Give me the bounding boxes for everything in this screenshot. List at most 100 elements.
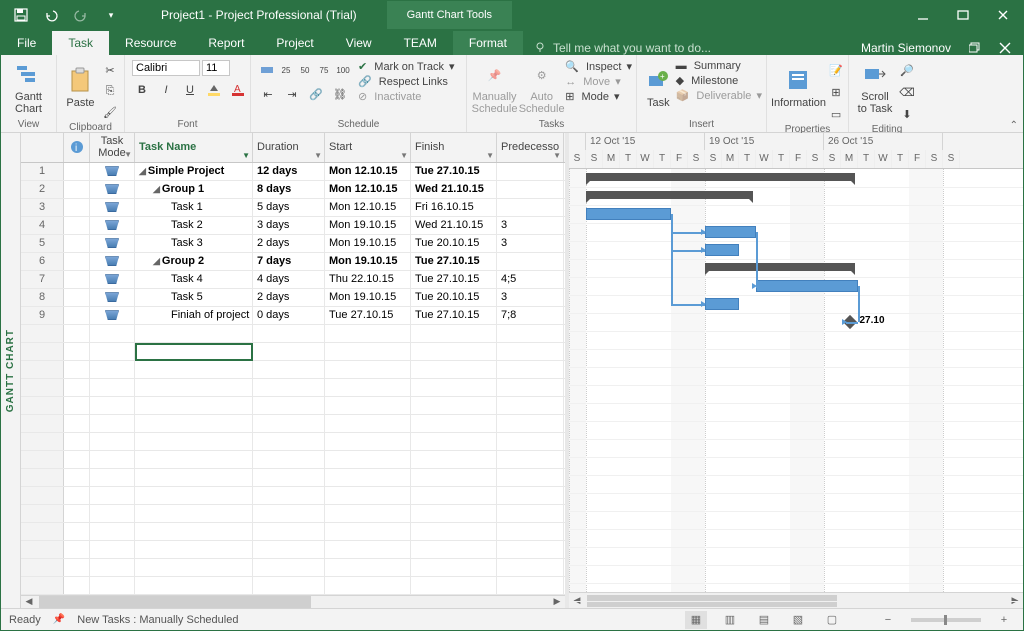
table-row[interactable]: 4Task 23 daysMon 19.10.15Wed 21.10.153 bbox=[21, 217, 565, 235]
scroll-to-task-button[interactable]: Scroll to Task bbox=[853, 57, 897, 119]
table-row[interactable] bbox=[21, 577, 565, 595]
col-info[interactable]: i bbox=[64, 133, 90, 162]
respect-links-button[interactable]: 🔗 Respect Links bbox=[358, 75, 455, 88]
restore-window-icon[interactable] bbox=[969, 42, 981, 54]
view-team-planner-icon[interactable]: ▤ bbox=[753, 611, 775, 629]
table-row[interactable]: 3Task 15 daysMon 12.10.15Fri 16.10.15 bbox=[21, 199, 565, 217]
unlink-button[interactable]: ⛓ bbox=[330, 84, 350, 104]
col-duration[interactable]: Duration▼ bbox=[253, 133, 325, 162]
tab-task[interactable]: Task bbox=[52, 31, 109, 55]
table-row[interactable] bbox=[21, 505, 565, 523]
deliverable-button[interactable]: 📦 Deliverable ▾ bbox=[676, 89, 762, 102]
tab-project[interactable]: Project bbox=[260, 31, 329, 55]
pct-0-button[interactable] bbox=[258, 60, 276, 80]
table-row[interactable] bbox=[21, 325, 565, 343]
font-name-combo[interactable] bbox=[132, 60, 200, 76]
link-button[interactable]: 🔗 bbox=[306, 84, 326, 104]
italic-button[interactable]: I bbox=[156, 80, 176, 100]
undo-icon[interactable] bbox=[37, 4, 65, 26]
user-name[interactable]: Martin Siemonov bbox=[849, 41, 1023, 55]
fill-icon[interactable]: ⬇ bbox=[897, 104, 917, 124]
clear-icon[interactable]: ⌫ bbox=[897, 82, 917, 102]
copy-icon[interactable]: ⎘ bbox=[100, 81, 120, 101]
tab-resource[interactable]: Resource bbox=[109, 31, 192, 55]
table-row[interactable] bbox=[21, 469, 565, 487]
information-button[interactable]: Information bbox=[771, 57, 826, 119]
font-color-button[interactable]: A bbox=[228, 80, 248, 100]
find-icon[interactable]: 🔎 bbox=[897, 60, 917, 80]
tab-view[interactable]: View bbox=[330, 31, 388, 55]
table-row[interactable] bbox=[21, 343, 565, 361]
view-gantt-icon[interactable]: ▦ bbox=[685, 611, 707, 629]
table-row[interactable] bbox=[21, 397, 565, 415]
mark-on-track-button[interactable]: ✔ Mark on Track ▾ bbox=[358, 60, 455, 73]
col-start[interactable]: Start▼ bbox=[325, 133, 411, 162]
view-report-icon[interactable]: ▢ bbox=[821, 611, 843, 629]
col-finish[interactable]: Finish▼ bbox=[411, 133, 497, 162]
table-row[interactable]: 1◢Simple Project12 daysMon 12.10.15Tue 2… bbox=[21, 163, 565, 181]
gantt-task-bar[interactable] bbox=[586, 208, 671, 220]
qat-customize-icon[interactable]: ▾ bbox=[97, 4, 125, 26]
task-button[interactable]: + Task bbox=[641, 57, 676, 119]
table-row[interactable]: 6◢Group 27 daysMon 19.10.15Tue 27.10.15 bbox=[21, 253, 565, 271]
table-row[interactable]: 2◢Group 18 daysMon 12.10.15Wed 21.10.15 bbox=[21, 181, 565, 199]
pct-100-button[interactable]: 100 bbox=[334, 60, 352, 80]
table-row[interactable]: 5Task 32 daysMon 19.10.15Tue 20.10.153 bbox=[21, 235, 565, 253]
gantt-task-bar[interactable] bbox=[705, 244, 739, 256]
minimize-button[interactable] bbox=[903, 1, 943, 29]
pct-75-button[interactable]: 75 bbox=[315, 60, 333, 80]
collapse-ribbon-icon[interactable]: ⌃ bbox=[1010, 120, 1018, 131]
bg-color-button[interactable] bbox=[204, 80, 224, 100]
tab-format[interactable]: Format bbox=[453, 31, 523, 55]
gantt-summary-bar[interactable] bbox=[586, 191, 753, 199]
summary-button[interactable]: ▬ Summary bbox=[676, 60, 762, 72]
outdent-button[interactable]: ⇤ bbox=[258, 84, 278, 104]
cut-icon[interactable]: ✂ bbox=[100, 60, 120, 80]
font-size-combo[interactable] bbox=[202, 60, 230, 76]
gantt-summary-bar[interactable] bbox=[705, 263, 855, 271]
table-row[interactable] bbox=[21, 415, 565, 433]
table-row[interactable] bbox=[21, 361, 565, 379]
underline-button[interactable]: U bbox=[180, 80, 200, 100]
gantt-task-bar[interactable] bbox=[705, 226, 756, 238]
redo-icon[interactable] bbox=[67, 4, 95, 26]
col-rownum[interactable] bbox=[21, 133, 64, 162]
close-doc-icon[interactable] bbox=[999, 42, 1011, 54]
table-row[interactable] bbox=[21, 541, 565, 559]
format-painter-icon[interactable]: 🖌 bbox=[100, 102, 120, 122]
col-task-name[interactable]: Task Name▼ bbox=[135, 133, 253, 162]
table-row[interactable] bbox=[21, 379, 565, 397]
view-gutter[interactable]: GANTT CHART bbox=[1, 133, 21, 608]
close-button[interactable] bbox=[983, 1, 1023, 29]
zoom-out-button[interactable]: − bbox=[877, 611, 899, 629]
maximize-button[interactable] bbox=[943, 1, 983, 29]
paste-button[interactable]: Paste bbox=[61, 57, 100, 119]
notes-icon[interactable]: 📝 bbox=[826, 60, 846, 80]
tab-file[interactable]: File bbox=[1, 31, 52, 55]
col-predecessors[interactable]: Predecesso▼ bbox=[497, 133, 564, 162]
zoom-in-button[interactable]: + bbox=[993, 611, 1015, 629]
table-row[interactable]: 7Task 44 daysThu 22.10.15Tue 27.10.154;5 bbox=[21, 271, 565, 289]
indent-button[interactable]: ⇥ bbox=[282, 84, 302, 104]
table-row[interactable] bbox=[21, 451, 565, 469]
scroll-left-icon[interactable]: ◀ bbox=[21, 596, 37, 607]
milestone-button[interactable]: ◆ Milestone bbox=[676, 74, 762, 87]
gantt-task-bar[interactable] bbox=[705, 298, 739, 310]
mode-button[interactable]: ⊞ Mode ▾ bbox=[565, 90, 632, 103]
view-resource-sheet-icon[interactable]: ▧ bbox=[787, 611, 809, 629]
gantt-task-bar[interactable] bbox=[756, 280, 858, 292]
tab-team[interactable]: TEAM bbox=[388, 31, 453, 55]
table-row[interactable] bbox=[21, 523, 565, 541]
gantt-body[interactable]: 27.10 bbox=[569, 169, 1023, 592]
pct-50-button[interactable]: 50 bbox=[296, 60, 314, 80]
inactivate-button[interactable]: ⊘ Inactivate bbox=[358, 90, 455, 103]
table-row[interactable] bbox=[21, 433, 565, 451]
sheet-body[interactable]: 1◢Simple Project12 daysMon 12.10.15Tue 2… bbox=[21, 163, 565, 595]
zoom-slider[interactable] bbox=[911, 618, 981, 622]
table-row[interactable]: 9Finiah of project0 daysTue 27.10.15Tue … bbox=[21, 307, 565, 325]
hscroll-thumb[interactable] bbox=[39, 596, 311, 608]
tell-me-search[interactable]: Tell me what you want to do... bbox=[523, 41, 721, 55]
sheet-hscroll[interactable]: ◀ ▶ bbox=[21, 595, 565, 608]
inspect-button[interactable]: 🔍 Inspect ▾ bbox=[565, 60, 632, 73]
auto-schedule-button[interactable]: ⚙ Auto Schedule bbox=[518, 57, 565, 119]
